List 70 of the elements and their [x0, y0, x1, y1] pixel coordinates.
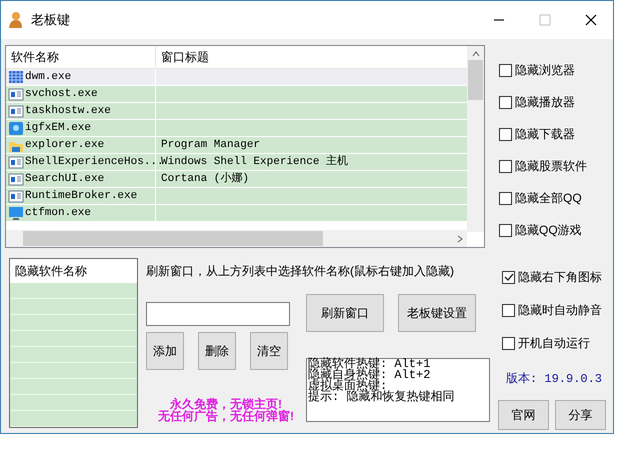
grid-icon — [8, 70, 24, 84]
checkbox-label[interactable]: 隐藏全部QQ — [515, 189, 582, 207]
process-name: dwm.exe — [25, 70, 72, 85]
scroll-up-icon[interactable] — [472, 51, 480, 57]
column-header: 隐藏软件名称 — [10, 259, 137, 283]
window-title: 老板键 — [31, 11, 70, 30]
promo-text: 无任何广告，无任何弹窗! — [158, 410, 294, 422]
window-icon — [8, 154, 24, 170]
action-button[interactable]: 老板键设置 — [398, 294, 476, 332]
checkbox-label[interactable]: 隐藏股票软件 — [515, 157, 587, 175]
checkbox[interactable] — [499, 96, 512, 108]
process-name: RuntimeBroker.exe — [25, 189, 138, 204]
checkbox[interactable] — [499, 64, 512, 76]
instruction-text: 刷新窗口，从上方列表中选择软件名称(鼠标右键加入隐藏) — [146, 263, 455, 280]
process-row[interactable]: explorer.exe Program Manager — [6, 137, 467, 154]
checkbox[interactable] — [499, 128, 512, 140]
process-name: taskhostw.exe — [25, 104, 111, 119]
process-row[interactable]: taskhostw.exe — [6, 103, 467, 120]
column-header[interactable]: 窗口标题 — [156, 46, 467, 68]
checkbox-label[interactable]: 隐藏时自动静音 — [518, 301, 602, 319]
process-name: igfxEM.exe — [25, 121, 92, 136]
version-text: 版本: 19.9.0.3 — [505, 371, 604, 388]
process-row[interactable]: igfxEM.exe — [6, 120, 467, 137]
column-header[interactable]: 软件名称 — [6, 46, 156, 68]
scroll-thumb[interactable] — [23, 231, 323, 246]
checkbox[interactable] — [502, 304, 515, 316]
edit-button[interactable]: 清空 — [250, 332, 288, 370]
window-icon — [8, 188, 24, 204]
window-icon — [8, 172, 24, 186]
link-button[interactable]: 分享 — [555, 400, 606, 430]
close-icon[interactable] — [585, 14, 597, 26]
promo-text: 永久免费，无锁主页! — [170, 398, 282, 410]
process-row[interactable]: RuntimeBroker.exe — [6, 188, 467, 205]
process-row[interactable]: dwm.exe — [6, 69, 467, 86]
checkbox-label[interactable]: 开机自动运行 — [518, 334, 590, 352]
hotkey-info: 隐藏软件热键: Alt+1 隐藏自身热键: Alt+2 虚拟桌面热键: 提示: 隐藏和恢复热键相同 — [306, 358, 490, 422]
checkbox-label[interactable]: 隐藏浏览器 — [515, 61, 575, 79]
process-row[interactable]: ctfmon.exe — [6, 205, 467, 222]
checkbox-label[interactable]: 隐藏下载器 — [515, 125, 575, 143]
process-name: SearchUI.exe — [25, 172, 104, 187]
scroll-right-icon[interactable] — [457, 234, 463, 242]
process-name: ctfmon.exe — [25, 206, 92, 221]
person-icon — [7, 11, 23, 29]
horizontal-scrollbar[interactable] — [6, 230, 467, 247]
edit-button[interactable]: 删除 — [198, 332, 236, 370]
window-title-cell-text: Program Manager — [161, 138, 260, 153]
window-icon — [8, 86, 24, 102]
checkbox-label[interactable]: 隐藏右下角图标 — [518, 268, 602, 286]
checkbox[interactable] — [502, 270, 515, 284]
window-icon — [8, 104, 24, 118]
monitor-icon — [8, 206, 24, 220]
software-name-field[interactable] — [146, 302, 290, 326]
checkbox[interactable] — [499, 160, 512, 172]
process-row[interactable]: SearchUI.exe Cortana (小娜) — [6, 171, 467, 188]
app-icon — [8, 120, 24, 136]
process-row[interactable]: svchost.exe — [6, 86, 467, 103]
checkbox[interactable] — [502, 336, 515, 350]
process-name: explorer.exe — [25, 138, 104, 153]
window-title-cell: Cortana (小娜) — [161, 171, 250, 187]
edit-button[interactable]: 添加 — [146, 332, 184, 370]
process-name: svchost.exe — [25, 87, 98, 102]
checkbox[interactable] — [499, 192, 512, 204]
action-button[interactable]: 刷新窗口 — [306, 294, 384, 332]
vertical-scrollbar[interactable] — [467, 46, 484, 232]
scroll-thumb[interactable] — [468, 60, 483, 100]
checkbox-label[interactable]: 隐藏QQ游戏 — [515, 221, 582, 239]
checkbox-label[interactable]: 隐藏播放器 — [515, 93, 575, 111]
maximize-icon — [539, 14, 551, 26]
checkbox[interactable] — [499, 224, 512, 236]
link-button[interactable]: 官网 — [498, 400, 549, 430]
